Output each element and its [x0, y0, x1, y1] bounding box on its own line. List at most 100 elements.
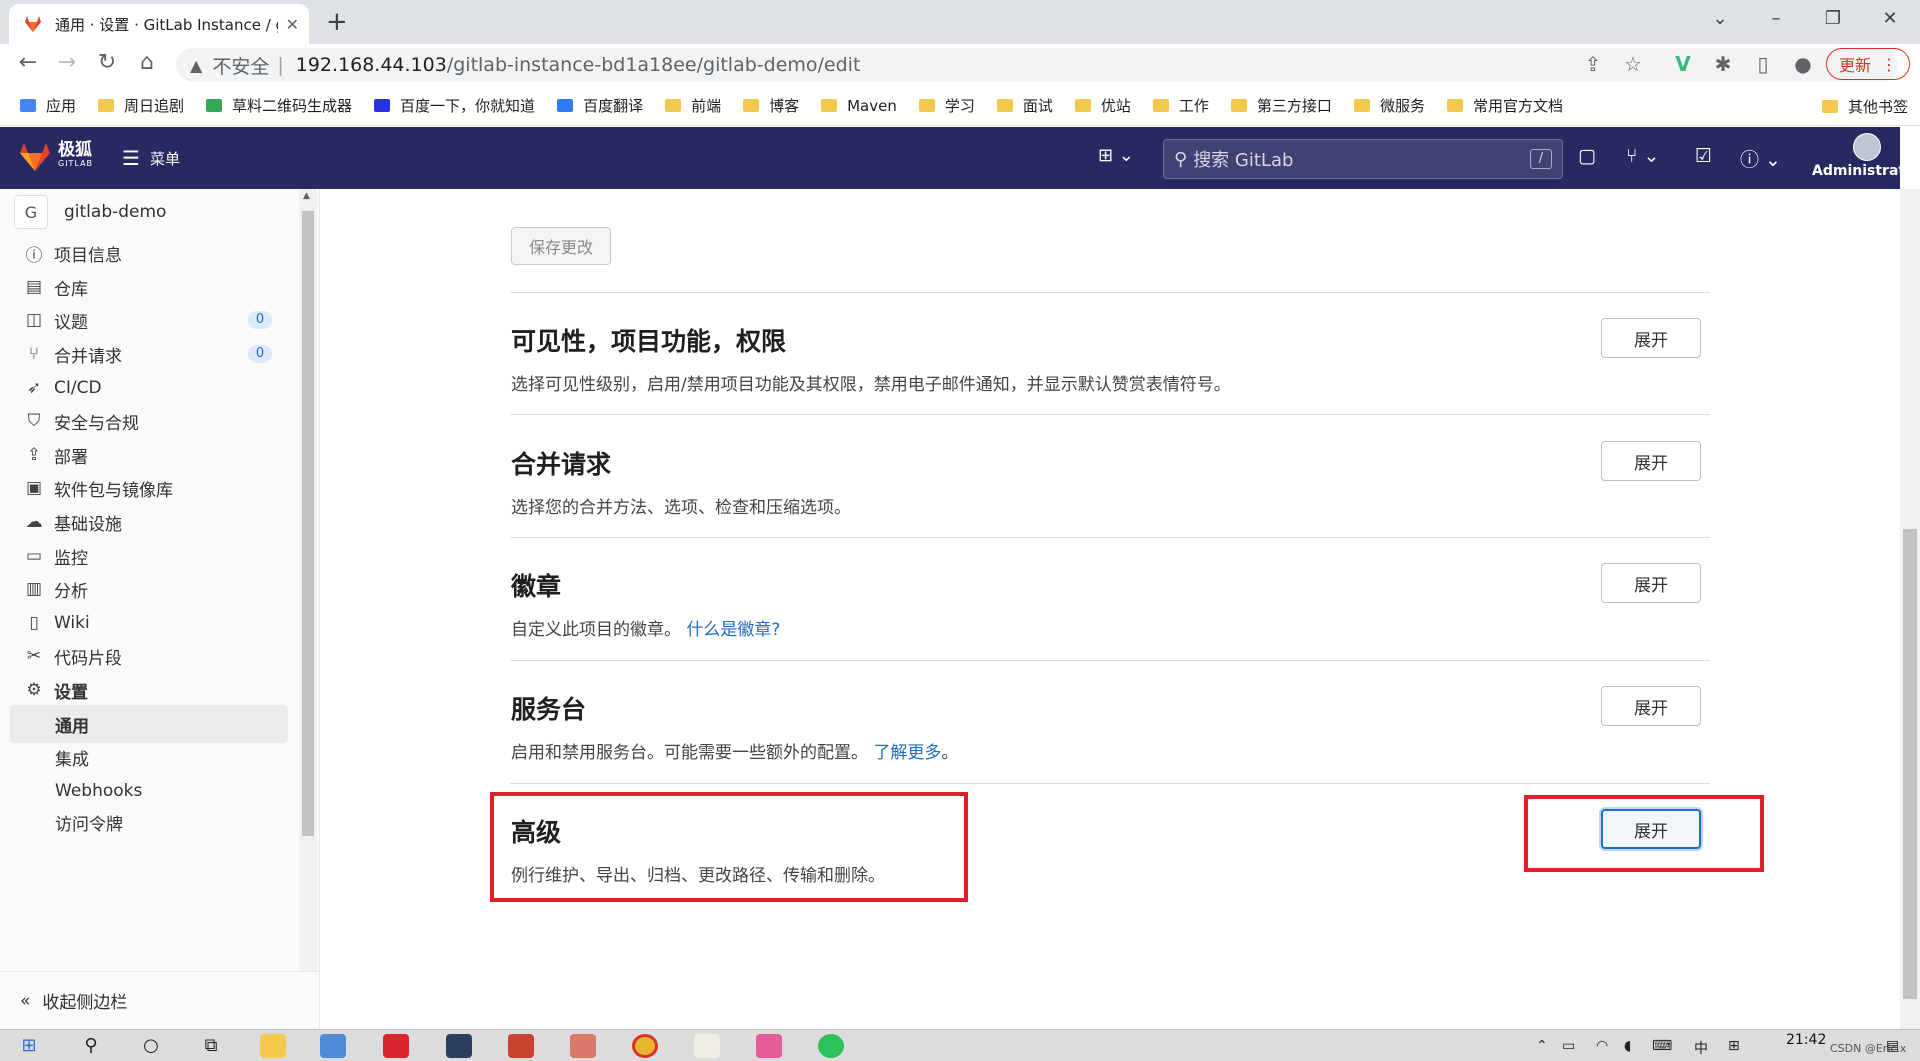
bookmark-item[interactable]: Maven: [821, 97, 897, 115]
bookmark-star-icon[interactable]: ☆: [1618, 52, 1648, 76]
cortana-icon[interactable]: ○: [138, 1034, 164, 1058]
gitlab-logo[interactable]: 极狐 GITLAB: [18, 141, 93, 173]
keyboard-icon[interactable]: ⌨: [1652, 1038, 1672, 1054]
search-icon[interactable]: ⚲: [78, 1034, 104, 1058]
sidebar-scroll-thumb[interactable]: [302, 211, 314, 836]
expand-button[interactable]: 展开: [1601, 563, 1701, 603]
update-button[interactable]: 更新 ⋮: [1826, 48, 1910, 80]
other-bookmarks[interactable]: 其他书签: [1821, 96, 1908, 117]
back-icon[interactable]: ←: [13, 50, 43, 75]
bookmark-item[interactable]: 百度翻译: [557, 95, 643, 116]
main-content: 保存更改 可见性，项目功能，权限 选择可见性级别，启用/禁用项目功能及其权限，禁…: [321, 189, 1900, 1029]
user-menu[interactable]: Administrator: [1812, 133, 1920, 179]
app-icon[interactable]: [508, 1034, 534, 1058]
sidebar-item-label: 设置: [54, 682, 88, 703]
minimize-icon[interactable]: –: [1756, 8, 1796, 29]
forward-icon[interactable]: →: [52, 50, 82, 75]
help-icon[interactable]: ⓘ ⌄: [1740, 145, 1781, 172]
bookmark-label: 工作: [1178, 97, 1209, 115]
sidebar-item-issues[interactable]: ◫ 议题 0: [10, 301, 288, 339]
typora-icon[interactable]: [694, 1034, 720, 1058]
battery-icon[interactable]: ▭: [1562, 1038, 1575, 1054]
windows-start-icon[interactable]: ⊞: [16, 1034, 42, 1058]
app-icon[interactable]: [570, 1034, 596, 1058]
learn-more-link[interactable]: 了解更多: [873, 743, 941, 763]
reload-icon[interactable]: ↻: [92, 50, 122, 75]
sidebar-subitem[interactable]: 集成: [10, 738, 288, 776]
sidebar-item-label: 议题: [54, 312, 88, 333]
app-icon[interactable]: [756, 1034, 782, 1058]
ime-indicator[interactable]: 中: [1694, 1038, 1708, 1058]
sidebar-item-cloud[interactable]: ☁ 基础设施: [10, 503, 288, 541]
tab-close-icon[interactable]: ✕: [286, 15, 299, 34]
sidebar-scrollbar[interactable]: ▲: [299, 189, 317, 991]
section-title: 服务台: [511, 695, 587, 724]
clock-time[interactable]: 21:42: [1786, 1032, 1826, 1048]
sidebar-item-info[interactable]: ⓘ 项目信息: [10, 234, 288, 272]
issues-header-icon[interactable]: ▢: [1578, 145, 1596, 167]
task-view-icon[interactable]: ⧉: [198, 1034, 224, 1058]
browser-tab[interactable]: 通用 · 设置 · GitLab Instance / g ✕: [9, 4, 309, 44]
virtualbox-icon[interactable]: [446, 1034, 472, 1058]
bookmark-item[interactable]: 学习: [918, 95, 975, 116]
notification-icon[interactable]: ▤: [1886, 1038, 1899, 1054]
wifi-icon[interactable]: ◠: [1596, 1038, 1608, 1054]
bookmark-item[interactable]: 面试: [996, 95, 1053, 116]
restore-icon[interactable]: ❐: [1813, 8, 1853, 29]
extensions-icon[interactable]: ✱: [1708, 52, 1738, 76]
bookmark-item[interactable]: 常用官方文档: [1446, 95, 1563, 116]
search-input[interactable]: ⚲ 搜索 GitLab /: [1163, 139, 1563, 179]
store-icon[interactable]: [320, 1034, 346, 1058]
sidebar-item-settings[interactable]: ⚙ 设置: [10, 671, 288, 709]
bookmark-item[interactable]: 微服务: [1353, 95, 1425, 116]
volume-icon[interactable]: ◖: [1624, 1038, 1631, 1054]
side-panel-icon[interactable]: ▯: [1748, 52, 1778, 76]
ime-mode-icon[interactable]: ⊞: [1728, 1038, 1740, 1054]
close-window-icon[interactable]: ✕: [1870, 8, 1910, 29]
tray-expand-icon[interactable]: ⌃: [1536, 1038, 1548, 1054]
sidebar-project[interactable]: G gitlab-demo: [14, 195, 166, 229]
profile-icon[interactable]: ●: [1788, 52, 1818, 76]
bookmark-item[interactable]: 应用: [20, 95, 76, 116]
vue-devtools-icon[interactable]: V: [1668, 52, 1698, 76]
expand-button[interactable]: 展开: [1601, 686, 1701, 726]
new-tab-button[interactable]: +: [326, 8, 348, 36]
scissors-icon: ✂: [26, 646, 42, 666]
chrome-icon[interactable]: [632, 1034, 658, 1058]
warning-icon: ▲: [190, 55, 203, 75]
share-icon[interactable]: ⇪: [1578, 52, 1608, 76]
expand-button[interactable]: 展开: [1601, 318, 1701, 358]
save-changes-button[interactable]: 保存更改: [511, 227, 611, 265]
todos-icon[interactable]: ☑: [1695, 145, 1712, 167]
bookmark-item[interactable]: 博客: [743, 95, 799, 116]
page-scroll-thumb[interactable]: [1903, 529, 1917, 999]
bookmark-item[interactable]: 草料二维码生成器: [206, 95, 352, 116]
create-new-icon[interactable]: ⊞ ⌄: [1098, 145, 1134, 166]
sidebar-subitem[interactable]: 访问令牌: [10, 803, 288, 841]
bookmark-item[interactable]: 前端: [665, 95, 721, 116]
sidebar-item-shield[interactable]: ⛉ 安全与合规: [10, 402, 288, 440]
bookmark-item[interactable]: 百度一下，你就知道: [374, 95, 535, 116]
home-icon[interactable]: ⌂: [132, 50, 162, 75]
menu-button[interactable]: ☰ 菜单: [122, 146, 180, 170]
sidebar-item-package[interactable]: ▣ 软件包与镜像库: [10, 469, 288, 507]
bookmark-item[interactable]: 周日追剧: [98, 95, 184, 116]
sidebar-item-merge-request[interactable]: ⑂ 合并请求 0: [10, 335, 288, 373]
collapse-sidebar-button[interactable]: « 收起侧边栏: [0, 971, 318, 1029]
scroll-up-icon[interactable]: ▲: [303, 191, 310, 201]
wechat-icon[interactable]: [818, 1034, 844, 1058]
folder-icon: [1353, 99, 1370, 112]
bookmark-item[interactable]: 优站: [1074, 95, 1131, 116]
expand-button[interactable]: 展开: [1601, 441, 1701, 481]
file-explorer-icon[interactable]: [260, 1034, 286, 1058]
page-scrollbar[interactable]: [1900, 189, 1920, 1029]
sidebar-item-scissors[interactable]: ✂ 代码片段: [10, 637, 288, 675]
merge-requests-header-icon[interactable]: ⑂ ⌄: [1626, 145, 1659, 167]
sidebar-item-chart[interactable]: ▥ 分析: [10, 570, 288, 608]
bookmark-item[interactable]: 第三方接口: [1230, 95, 1332, 116]
tab-search-icon[interactable]: ⌄: [1700, 8, 1740, 29]
package-icon: ▣: [25, 478, 43, 498]
youdao-icon[interactable]: [383, 1034, 409, 1058]
what-are-badges-link[interactable]: 什么是徽章?: [686, 620, 780, 640]
bookmark-item[interactable]: 工作: [1152, 95, 1209, 116]
